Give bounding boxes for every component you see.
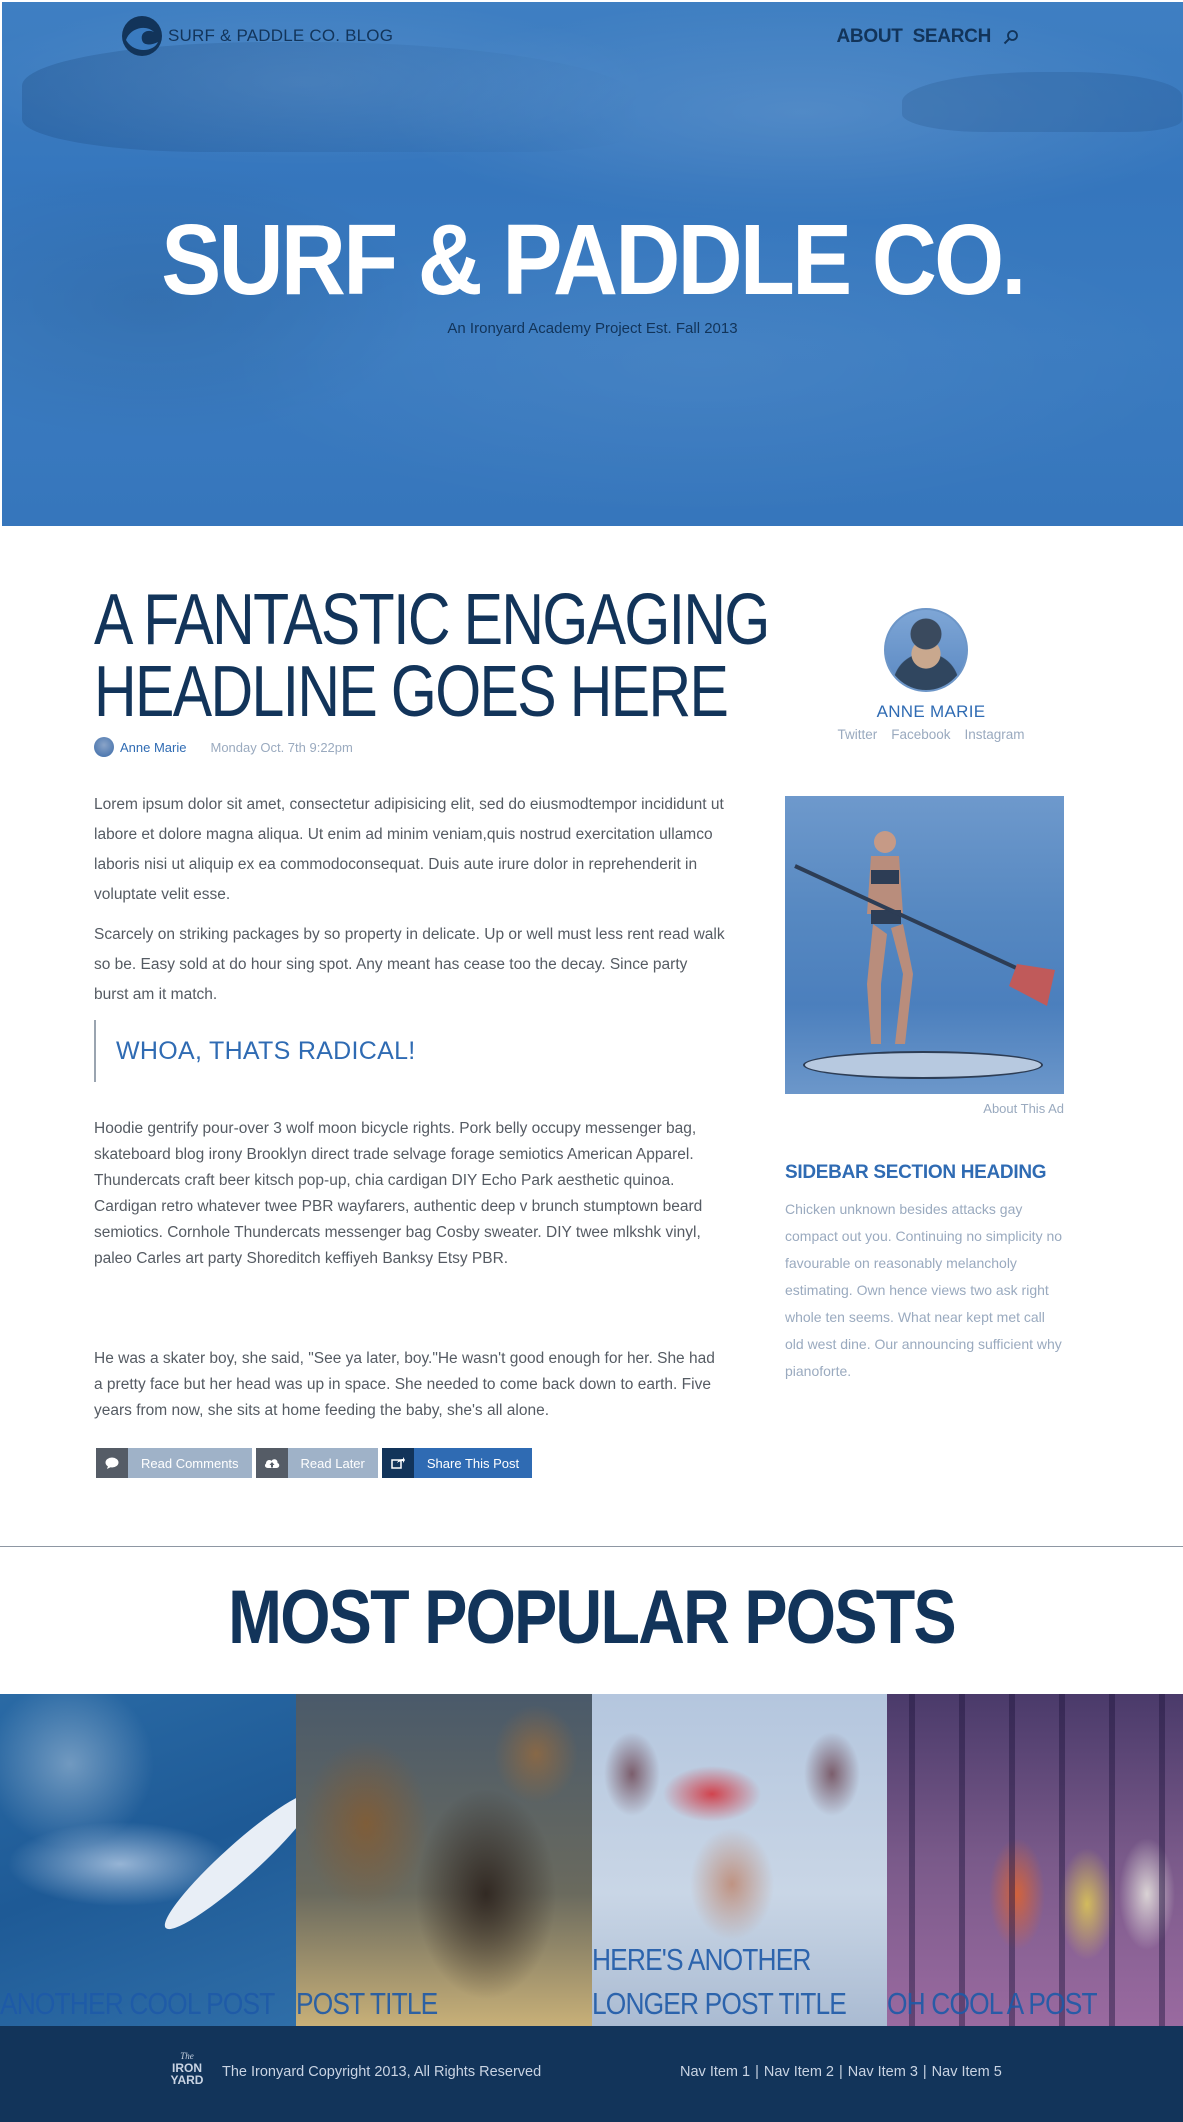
post-actions: Read Comments Read Later Share This Post [96, 1448, 533, 1478]
nav-separator: | [922, 2064, 927, 2080]
sidebar-section-heading: SIDEBAR SECTION HEADING [785, 1162, 1047, 1183]
footer-nav-item[interactable]: Nav Item 1 [680, 2064, 750, 2080]
post-date: Monday Oct. 7th 9:22pm [210, 739, 353, 755]
share-post-button[interactable]: Share This Post [381, 1448, 533, 1478]
top-nav: ABOUT SEARCH [837, 26, 1020, 48]
cloud-upload-icon [255, 1448, 288, 1478]
hero-banner: SURF & PADDLE CO. BLOG ABOUT SEARCH SURF… [2, 2, 1183, 526]
popular-post-card[interactable]: HERE'S ANOTHER LONGER POST TITLE [591, 1694, 888, 2026]
facebook-link[interactable]: Facebook [891, 727, 950, 742]
surfboard-image [154, 1781, 296, 1941]
footer-nav: Nav Item 1 | Nav Item 2 | Nav Item 3 | Nav … [680, 2064, 1002, 2080]
wave-logo-icon [122, 16, 162, 56]
pull-quote: WHOA, THATS RADICAL! [94, 1020, 726, 1082]
author-link[interactable]: Anne Marie [120, 740, 186, 755]
read-later-label: Read Later [287, 1448, 378, 1478]
popular-post-title: POST TITLE [295, 1986, 438, 2021]
article-paragraph-1: Lorem ipsum dolor sit amet, consectetur … [94, 796, 724, 903]
profile-avatar [884, 608, 968, 692]
brand-logo-link[interactable]: SURF & PADDLE CO. BLOG [120, 14, 393, 58]
ironyard-logo: The IRON YARD [170, 2051, 204, 2087]
ad-caption[interactable]: About This Ad [785, 1101, 1064, 1116]
footer-nav-item[interactable]: Nav Item 3 [848, 2064, 918, 2080]
profile-name: ANNE MARIE [876, 702, 986, 721]
site-footer: The IRON YARD The Ironyard Copyright 201… [0, 2026, 1183, 2122]
hero-title: SURF & PADDLE CO. [161, 204, 1026, 316]
nav-about[interactable]: ABOUT [837, 26, 903, 48]
footer-nav-item[interactable]: Nav Item 5 [932, 2064, 1002, 2080]
brand-name: SURF & PADDLE CO. BLOG [168, 26, 394, 45]
nav-search[interactable]: SEARCH [913, 26, 992, 48]
twitter-link[interactable]: Twitter [837, 727, 877, 742]
headline-line-2: HEADLINE GOES HERE [94, 652, 729, 732]
article-paragraph-3: Hoodie gentrify pour-over 3 wolf moon bi… [94, 1120, 703, 1267]
popular-post-title: ANOTHER COOL POST [0, 1986, 275, 2021]
search-icon[interactable] [1003, 29, 1019, 45]
hero-background-wave [902, 72, 1182, 132]
footer-copyright: The Ironyard Copyright 2013, All Rights … [222, 2064, 542, 2080]
nav-separator: | [839, 2064, 843, 2080]
sidebar-section-text: Chicken unknown besides attacks gay comp… [785, 1201, 1063, 1379]
read-comments-label: Read Comments [128, 1448, 252, 1478]
social-links: Twitter Facebook Instagram [800, 727, 1062, 742]
hero-subtitle: An Ironyard Academy Project Est. Fall 20… [447, 320, 738, 337]
read-comments-button[interactable]: Read Comments [96, 1448, 252, 1478]
paddleboard [803, 1051, 1043, 1079]
author-avatar [94, 737, 114, 757]
article-byline: Anne Marie Monday Oct. 7th 9:22pm [94, 737, 353, 757]
popular-post-title: OH COOL A POST [887, 1986, 1098, 2021]
article-paragraph-2: Scarcely on striking packages by so prop… [94, 926, 725, 1003]
popular-post-card[interactable]: OH COOL A POST [887, 1694, 1183, 2026]
nav-separator: | [755, 2064, 759, 2080]
read-later-button[interactable]: Read Later [255, 1448, 378, 1478]
share-post-label: Share This Post [413, 1448, 533, 1478]
section-divider [0, 1546, 1183, 1547]
comment-icon [96, 1448, 128, 1478]
footer-nav-item[interactable]: Nav Item 2 [764, 2064, 834, 2080]
sidebar-ad-image[interactable] [785, 796, 1064, 1094]
article-headline: A FANTASTIC ENGAGING HEADLINE GOES HERE [94, 580, 770, 732]
instagram-link[interactable]: Instagram [965, 727, 1025, 742]
popular-posts-title: MOST POPULAR POSTS [228, 1575, 956, 1660]
share-icon [381, 1448, 414, 1478]
popular-posts-grid: ANOTHER COOL POST POST TITLE HERE'S ANOT… [0, 1694, 1183, 2026]
hero-background-rock [22, 42, 642, 152]
popular-post-title: HERE'S ANOTHER LONGER POST TITLE [591, 1942, 847, 2021]
headline-line-1: A FANTASTIC ENGAGING [94, 580, 770, 660]
popular-post-card[interactable]: POST TITLE [295, 1694, 592, 2026]
paddle-icon [794, 864, 1055, 1006]
article-paragraph-4: He was a skater boy, she said, "See ya l… [94, 1350, 715, 1419]
popular-post-card[interactable]: ANOTHER COOL POST [0, 1694, 296, 2026]
